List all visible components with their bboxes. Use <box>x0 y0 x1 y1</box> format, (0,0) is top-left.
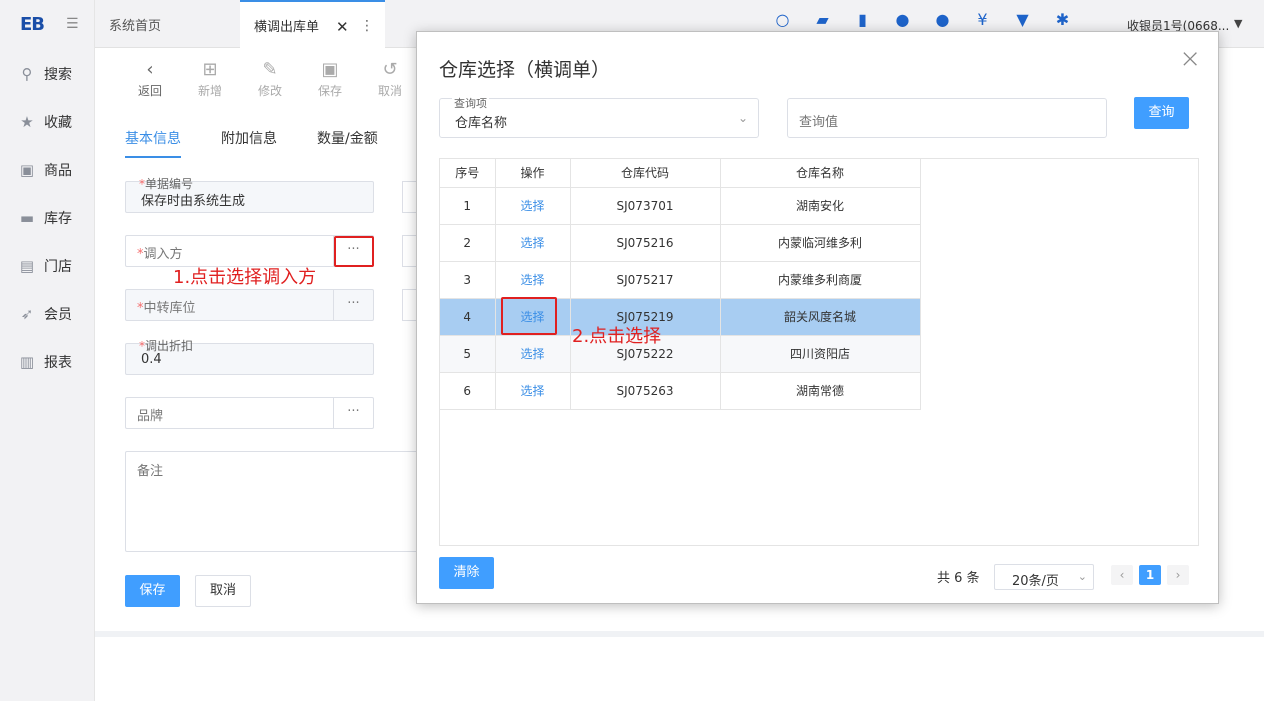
remark-textarea[interactable]: 备注 <box>125 451 425 552</box>
select-link[interactable]: 选择 <box>520 347 544 361</box>
select-link[interactable]: 选择 <box>520 273 544 287</box>
sidebar-item-store[interactable]: ▤ 门店 <box>18 254 72 278</box>
form-tabs: 基本信息 附加信息 数量/金额 <box>125 128 378 158</box>
sidebar-item-label: 搜索 <box>44 67 72 83</box>
prev-page-button[interactable]: ‹ <box>1111 565 1133 585</box>
add-doc-icon: ⊞ <box>202 59 218 80</box>
clear-button[interactable]: 清除 <box>439 557 494 589</box>
currency-icon[interactable]: ¥ <box>973 10 992 29</box>
chevron-down-icon[interactable]: ▼ <box>1234 17 1242 30</box>
sidebar-item-member[interactable]: ➶ 会员 <box>18 302 72 326</box>
chart-trend-icon[interactable]: ▰ <box>813 10 832 29</box>
table-header: 序号 操作 仓库代码 仓库名称 <box>440 159 921 188</box>
sidebar-item-goods[interactable]: ▣ 商品 <box>18 158 72 182</box>
sidebar-item-label: 门店 <box>44 259 72 275</box>
next-page-button[interactable]: › <box>1167 565 1189 585</box>
sidebar-item-search[interactable]: ⚲ 搜索 <box>18 62 73 86</box>
table-row[interactable]: 3 选择 SJ075217 内蒙维多利商厦 <box>440 261 921 299</box>
edit-icon: ✎ <box>262 59 278 80</box>
sidebar-item-label: 报表 <box>44 355 72 371</box>
sidebar: EB ☰ ⚲ 搜索 ★ 收藏 ▣ 商品 ▬ 库存 ▤ 门店 ➶ 会员 ▥ 报表 <box>0 0 95 701</box>
query-item-select[interactable]: 查询项 仓库名称 ⌄ <box>439 95 759 138</box>
chevron-left-icon: ‹ <box>146 59 154 80</box>
menu-fold-icon[interactable]: ☰ <box>66 16 79 32</box>
sidebar-item-report[interactable]: ▥ 报表 <box>18 350 72 374</box>
cancel-button[interactable]: 取消 <box>195 575 251 607</box>
sidebar-item-inventory[interactable]: ▬ 库存 <box>18 206 72 230</box>
gear-icon[interactable]: ✱ <box>1053 10 1072 29</box>
table-row[interactable]: 6 选择 SJ075263 湖南常德 <box>440 372 921 410</box>
tab-transfer-out[interactable]: 横调出库单 ✕ ⋮ <box>240 0 385 48</box>
table-row[interactable]: 1 选择 SJ073701 湖南安化 <box>440 187 921 225</box>
query-value-input[interactable]: 查询值 <box>787 98 1107 138</box>
goods-icon: ▣ <box>19 161 35 179</box>
undo-icon: ↺ <box>382 59 398 80</box>
col-code: 仓库代码 <box>570 159 721 188</box>
chevron-down-icon: ⌄ <box>1077 570 1087 583</box>
annotation-box-step2 <box>501 297 557 335</box>
sidebar-item-label: 商品 <box>44 163 72 179</box>
page-1-button[interactable]: 1 <box>1139 565 1161 585</box>
dialog-title: 仓库选择（横调单） <box>439 59 611 81</box>
col-name: 仓库名称 <box>720 159 921 188</box>
save-button[interactable]: 保存 <box>125 575 180 607</box>
app-logo[interactable]: EB <box>20 14 45 35</box>
transit-location-field: *中转库位 ··· <box>125 289 374 321</box>
col-action: 操作 <box>495 159 571 188</box>
close-icon[interactable]: × <box>1179 44 1201 74</box>
pin-icon[interactable]: ● <box>933 10 952 29</box>
save-icon: ▣ <box>321 59 339 80</box>
more-vertical-icon[interactable]: ⋮ <box>360 18 374 34</box>
annotation-step2: 2.点击选择 <box>572 326 662 347</box>
col-no: 序号 <box>440 159 496 188</box>
sidebar-item-label: 收藏 <box>44 115 72 131</box>
shirt-icon[interactable]: ▼ <box>1013 10 1032 29</box>
sidebar-item-label: 库存 <box>44 211 72 227</box>
select-link[interactable]: 选择 <box>520 199 544 213</box>
close-icon[interactable]: ✕ <box>336 18 349 36</box>
save-toolbar-button[interactable]: ▣ 保存 <box>310 58 350 99</box>
add-button[interactable]: ⊞ 新增 <box>190 58 230 99</box>
clipboard-icon[interactable]: ▮ <box>853 10 872 29</box>
star-icon: ★ <box>20 113 34 131</box>
sidebar-item-favorites[interactable]: ★ 收藏 <box>18 110 72 134</box>
tab-home[interactable]: 系统首页 <box>109 0 161 48</box>
transit-select-button[interactable]: ··· <box>333 290 373 320</box>
annotation-box-step1 <box>334 236 374 267</box>
top-icon-bar: ○ ▰ ▮ ● ● ¥ ▼ ✱ <box>773 10 1072 29</box>
edit-button[interactable]: ✎ 修改 <box>250 58 290 99</box>
cancel-toolbar-button[interactable]: ↺ 取消 <box>370 58 410 99</box>
doc-no-field: *单据编号 保存时由系统生成 <box>125 177 374 213</box>
brand-field[interactable]: 品牌 ··· <box>125 397 374 429</box>
tab-extra-info[interactable]: 附加信息 <box>221 128 277 158</box>
store-icon: ▤ <box>19 257 35 275</box>
discount-field[interactable]: *调出折扣 0.4 <box>125 339 374 375</box>
table-row[interactable]: 2 选择 SJ075216 内蒙临河维多利 <box>440 224 921 262</box>
sidebar-item-label: 会员 <box>44 307 72 323</box>
select-link[interactable]: 选择 <box>520 236 544 250</box>
search-icon: ⚲ <box>21 65 33 83</box>
warehouse-table: 序号 操作 仓库代码 仓库名称 1 选择 SJ073701 湖南安化 2 选择 … <box>439 158 1199 546</box>
query-button[interactable]: 查询 <box>1134 97 1189 129</box>
inventory-icon: ▬ <box>19 209 35 227</box>
chart-icon: ▥ <box>19 353 35 371</box>
tab-basic-info[interactable]: 基本信息 <box>125 128 181 158</box>
back-button[interactable]: ‹ 返回 <box>130 58 170 99</box>
table-row[interactable]: 5 选择 SJ075222 四川资阳店 <box>440 335 921 373</box>
tab-label: 横调出库单 <box>254 19 320 35</box>
rocket-icon: ➶ <box>20 305 34 323</box>
circle-icon[interactable]: ○ <box>773 10 792 29</box>
chevron-down-icon: ⌄ <box>737 111 748 125</box>
bottom-area <box>95 631 1264 701</box>
user-icon[interactable]: ● <box>893 10 912 29</box>
pager-total: 共 6 条 <box>937 571 980 586</box>
annotation-step1: 1.点击选择调入方 <box>173 267 317 288</box>
page-size-select[interactable]: 20条/页 ⌄ <box>994 564 1094 590</box>
brand-select-button[interactable]: ··· <box>333 398 373 428</box>
tab-quantity-amount[interactable]: 数量/金额 <box>317 128 378 158</box>
select-link[interactable]: 选择 <box>520 384 544 398</box>
